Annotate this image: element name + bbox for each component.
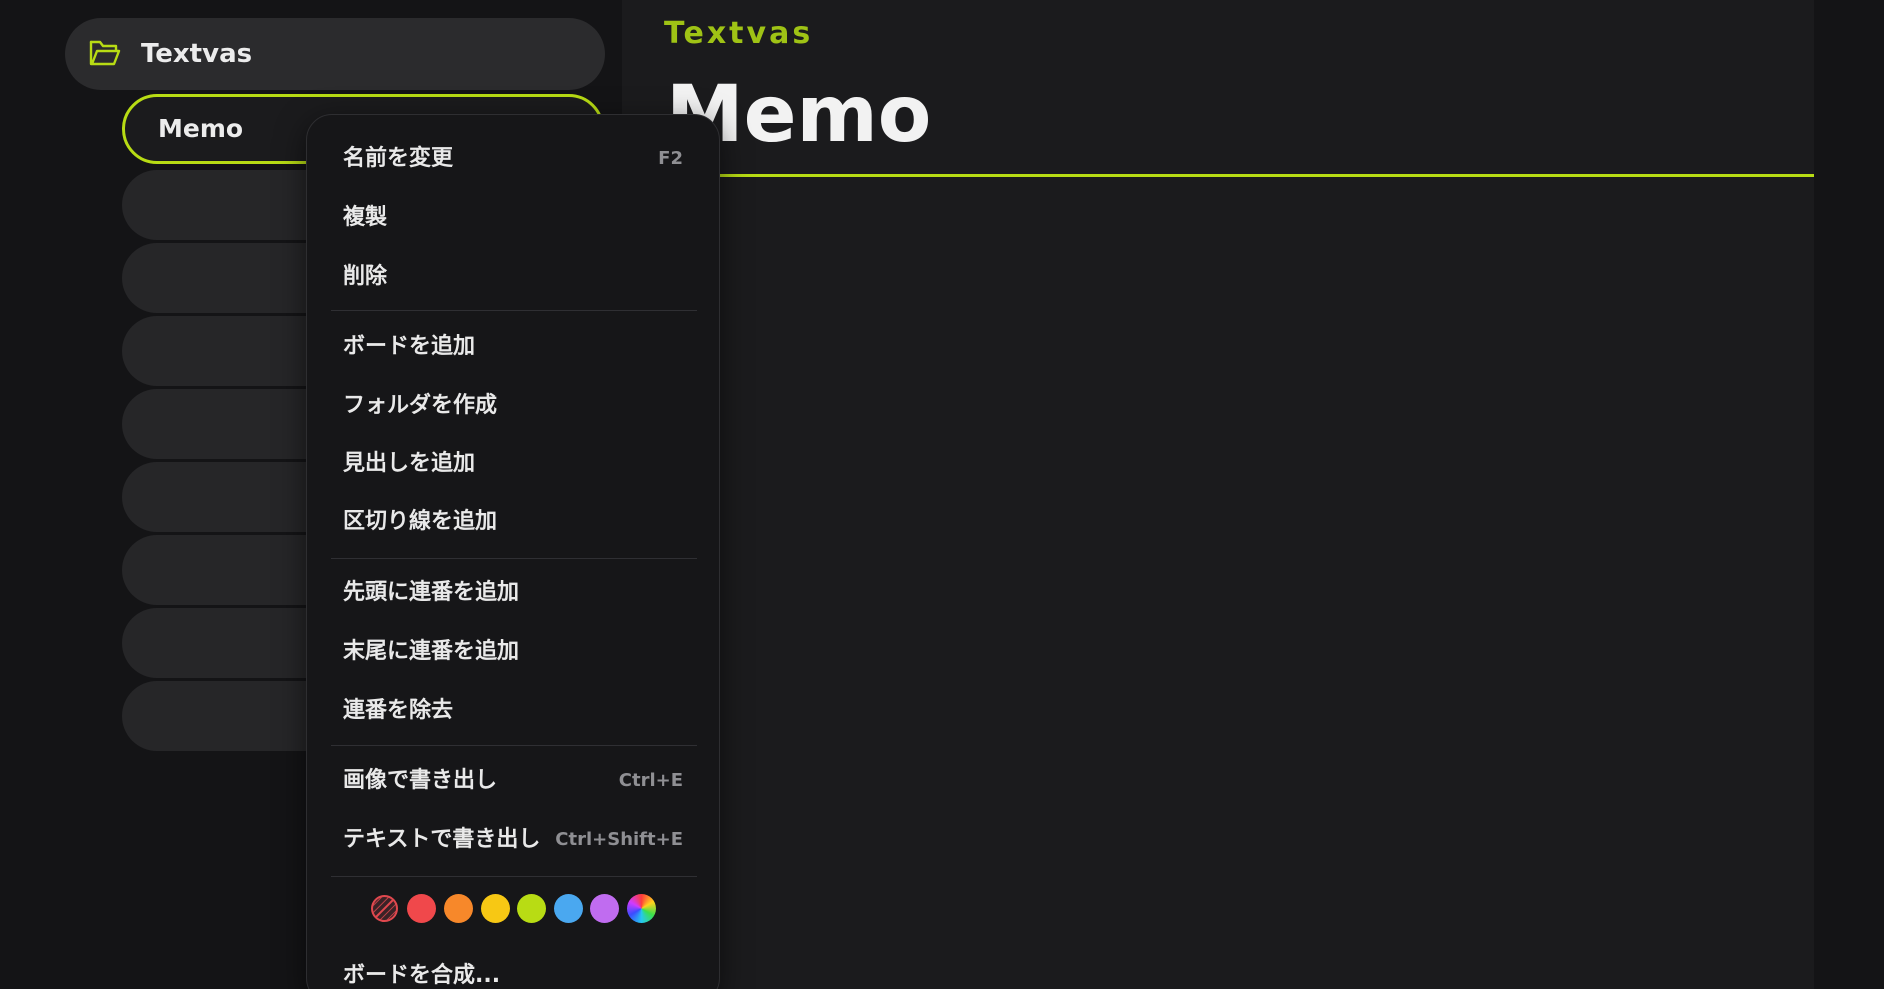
menu-separator: [331, 745, 697, 746]
sidebar-folder-label: Textvas: [141, 39, 253, 69]
menu-item-label: 見出しを追加: [343, 451, 476, 476]
menu-item-label: ボードを合成...: [343, 963, 501, 988]
menu-separator: [331, 558, 697, 559]
menu-item-shortcut: Ctrl+Shift+E: [555, 829, 683, 850]
menu-item-label: 連番を除去: [343, 698, 454, 723]
menu-item-remove-numbering[interactable]: 連番を除去: [307, 686, 719, 736]
color-swatch-red[interactable]: [407, 894, 436, 923]
menu-item-label: 削除: [343, 264, 388, 289]
main-content: Textvas Memo: [622, 0, 1814, 989]
menu-item-rename[interactable]: 名前を変更 F2: [307, 134, 719, 184]
menu-item-export-image[interactable]: 画像で書き出し Ctrl+E: [307, 756, 719, 806]
menu-item-label: 名前を変更: [343, 146, 454, 171]
color-swatch-purple[interactable]: [590, 894, 619, 923]
app-window: Textvas Memo Textvas Memo 名前を変更 F2 複製 削除…: [0, 0, 1884, 989]
right-gutter: [1814, 0, 1884, 989]
menu-item-label: 区切り線を追加: [343, 509, 498, 534]
sidebar-folder-textvas[interactable]: Textvas: [65, 18, 605, 90]
menu-item-merge-boards[interactable]: ボードを合成...: [307, 951, 719, 989]
menu-separator: [331, 310, 697, 311]
menu-item-label: 末尾に連番を追加: [343, 639, 520, 664]
menu-item-label: 画像で書き出し: [343, 768, 498, 793]
sidebar-item-label: Memo: [158, 114, 244, 143]
menu-item-delete[interactable]: 削除: [307, 252, 719, 302]
context-menu: 名前を変更 F2 複製 削除 ボードを追加 フォルダを作成 見出しを追加 区切り…: [306, 114, 720, 989]
menu-item-prefix-numbering[interactable]: 先頭に連番を追加: [307, 568, 719, 618]
app-name: Textvas: [664, 16, 814, 51]
color-picker-icon[interactable]: [627, 894, 656, 923]
menu-item-label: フォルダを作成: [343, 393, 498, 418]
menu-item-add-heading[interactable]: 見出しを追加: [307, 439, 719, 489]
menu-item-shortcut: F2: [658, 148, 683, 169]
menu-item-label: ボードを追加: [343, 334, 476, 359]
menu-item-label: 先頭に連番を追加: [343, 580, 520, 605]
title-divider: [664, 174, 1814, 177]
menu-item-shortcut: Ctrl+E: [618, 770, 683, 791]
menu-separator: [331, 876, 697, 877]
folder-open-icon: [89, 38, 121, 68]
color-swatch-blue[interactable]: [554, 894, 583, 923]
menu-item-duplicate[interactable]: 複製: [307, 193, 719, 243]
color-swatch-lime[interactable]: [517, 894, 546, 923]
color-swatches: [307, 888, 719, 928]
menu-item-add-divider[interactable]: 区切り線を追加: [307, 497, 719, 547]
no-color-icon[interactable]: [370, 894, 399, 923]
menu-item-suffix-numbering[interactable]: 末尾に連番を追加: [307, 627, 719, 677]
color-swatch-orange[interactable]: [444, 894, 473, 923]
color-swatch-yellow[interactable]: [481, 894, 510, 923]
menu-item-export-text[interactable]: テキストで書き出し Ctrl+Shift+E: [307, 815, 719, 865]
menu-item-create-folder[interactable]: フォルダを作成: [307, 381, 719, 431]
menu-item-label: 複製: [343, 205, 388, 230]
menu-item-label: テキストで書き出し: [343, 827, 541, 852]
menu-item-add-board[interactable]: ボードを追加: [307, 322, 719, 372]
